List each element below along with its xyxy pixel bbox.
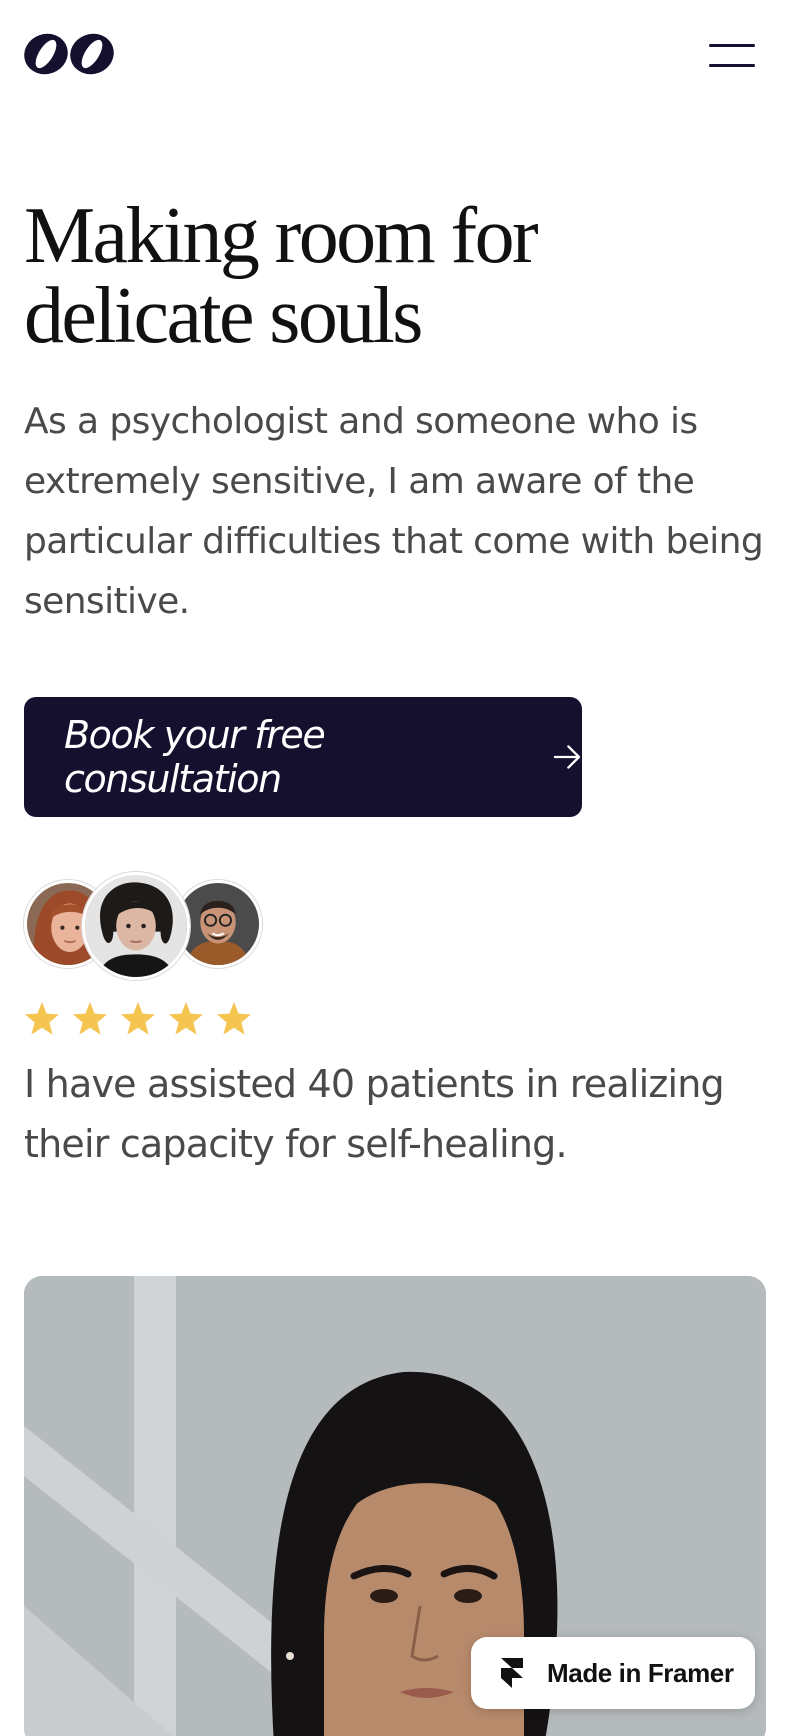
made-in-framer-badge[interactable]: Made in Framer [471, 1637, 755, 1709]
logo-oo-icon[interactable] [22, 30, 118, 80]
hero-title: Making room for delicate souls [24, 196, 704, 356]
patient-avatars [24, 872, 262, 982]
star-icon [73, 1002, 107, 1035]
hero-subtitle: As a psychologist and someone who is ext… [24, 401, 764, 622]
framer-logo-icon [501, 1658, 523, 1688]
rating-stars [24, 1000, 252, 1044]
star-icon [121, 1002, 155, 1035]
menu-line-top [709, 44, 755, 47]
hero-title-line2: delicate souls [24, 272, 423, 360]
hamburger-menu-icon[interactable] [706, 40, 758, 74]
patient-avatar-woman-dark-hair [82, 872, 190, 980]
star-icon [169, 1002, 203, 1035]
site-header [0, 0, 790, 120]
star-icon [217, 1002, 251, 1035]
hero-title-line1: Making room for [24, 192, 539, 280]
framer-badge-label: Made in Framer [547, 1657, 734, 1688]
cta-label: Book your free consultation [64, 713, 326, 801]
book-consultation-button[interactable]: Book your free consultation [24, 697, 582, 817]
arrow-right-icon [553, 745, 581, 769]
patients-statement: I have assisted 40 patients in realizing… [24, 1062, 725, 1166]
star-icon [25, 1002, 59, 1035]
menu-line-bottom [709, 64, 755, 67]
